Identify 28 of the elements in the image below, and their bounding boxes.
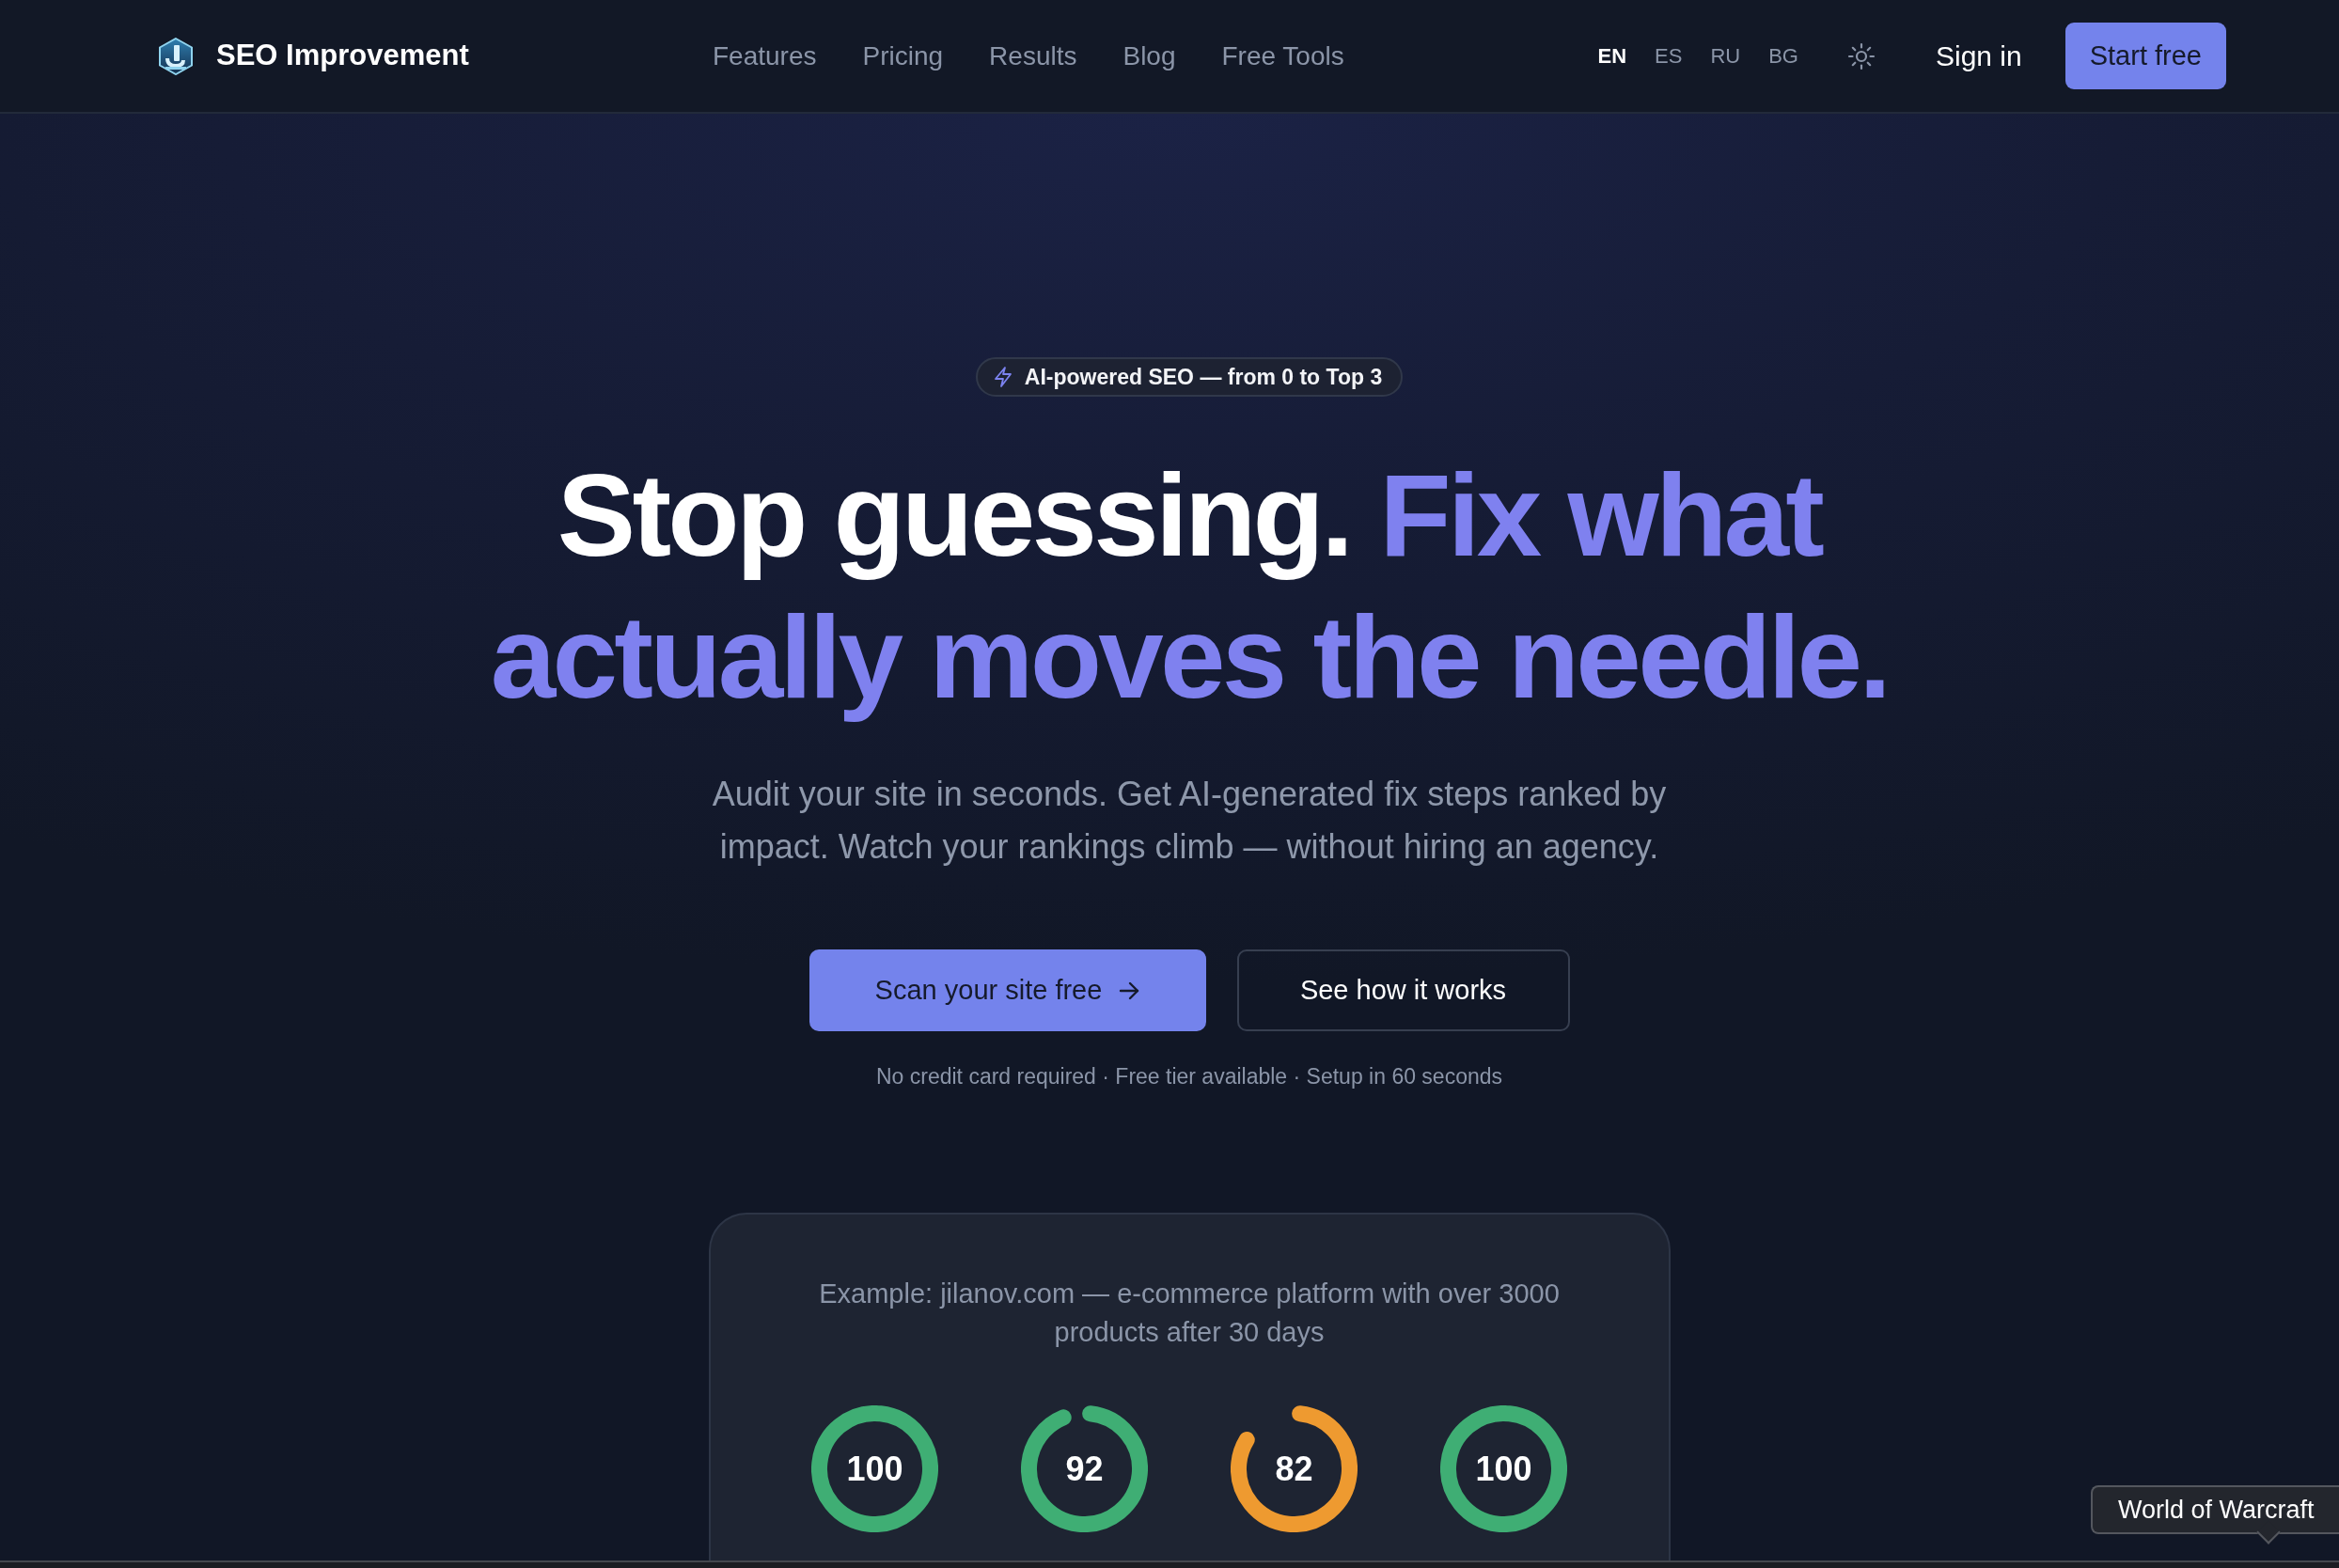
language-option[interactable]: RU: [1710, 40, 1741, 71]
brand-name[interactable]: SEO Improvement: [216, 34, 469, 78]
start-free-button[interactable]: Start free: [2064, 23, 2226, 89]
language-option[interactable]: EN: [1597, 40, 1627, 71]
nav-link[interactable]: Blog: [1122, 36, 1176, 76]
language-option[interactable]: ES: [1655, 40, 1683, 71]
lightning-icon: [992, 366, 1013, 388]
score-value: 100: [846, 1448, 903, 1490]
score-value: 92: [1065, 1448, 1104, 1490]
scan-site-button[interactable]: Scan your site free: [808, 949, 1206, 1031]
hexagon-logo-icon: [158, 37, 194, 75]
hero-subtitle: Audit your site in seconds. Get AI-generated fix steps ranked by impact. Watch your rankings climb — without hiring an agency.: [711, 774, 1668, 868]
arrow-right-icon: [1119, 980, 1140, 1001]
theme-toggle-button[interactable]: [1847, 41, 1876, 71]
sun-icon: [1847, 41, 1876, 71]
language-option[interactable]: BG: [1768, 40, 1798, 71]
sign-in-link[interactable]: Sign in: [1936, 35, 2022, 77]
nav-link[interactable]: Results: [989, 36, 1077, 76]
nav-link[interactable]: Features: [713, 36, 817, 76]
hero-headline: Stop guessing. Fix what actually moves the needle.: [489, 448, 1890, 724]
how-it-works-button[interactable]: See how it works: [1236, 949, 1570, 1031]
feature-badge: AI-powered SEO — from 0 to Top 3: [975, 357, 1404, 397]
example-caption: Example: jilanov.com — e-commerce platform with over 3000 products after 30 days: [818, 1278, 1561, 1349]
nav-link[interactable]: Free Tools: [1221, 36, 1344, 76]
score-value: 100: [1475, 1448, 1532, 1490]
nav-link[interactable]: Pricing: [862, 36, 944, 76]
score-value: 82: [1275, 1448, 1313, 1490]
hero-note: No credit card required · Free tier available · Setup in 60 seconds: [875, 1063, 1503, 1090]
